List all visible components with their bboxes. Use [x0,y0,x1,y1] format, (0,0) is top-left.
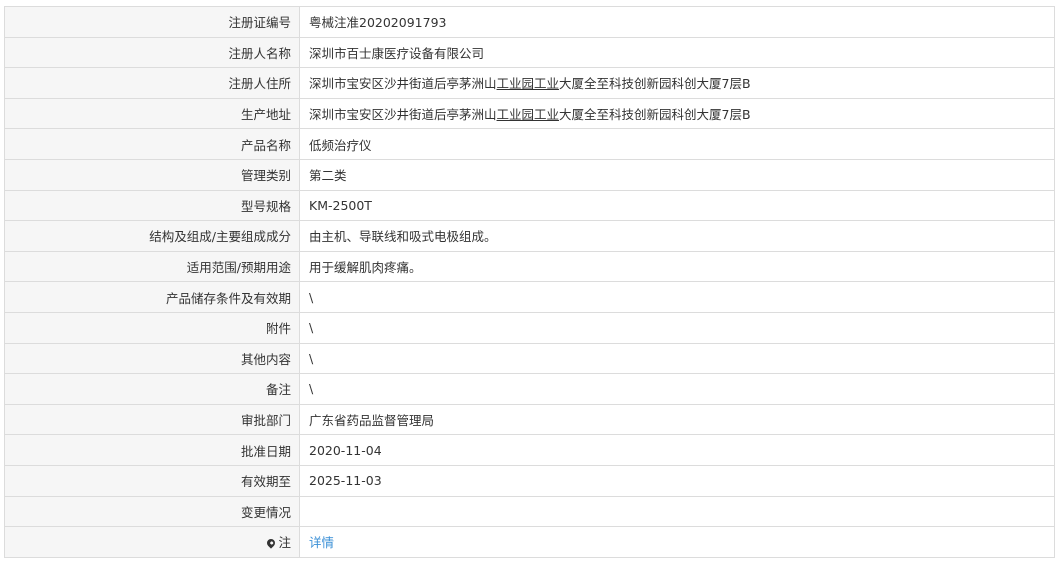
row-label: 适用范围/预期用途 [4,250,300,283]
table-row-structure: 结构及组成/主要组成成分 由主机、导联线和吸式电极组成。 [4,220,1055,252]
registration-detail: 注册证编号 粤械注准20202091793 注册人名称 深圳市百士康医疗设备有限… [4,6,1055,558]
row-label: 产品储存条件及有效期 [4,281,300,313]
details-link[interactable]: 详情 [309,535,334,550]
row-value: KM-2500T [299,189,1055,222]
address-part-underlined: 工业园工业 [496,107,560,123]
row-value: 第二类 [299,158,1055,191]
row-label: 注册人住所 [4,67,300,99]
row-value: 2025-11-03 [299,464,1055,497]
note-label: 注 [278,535,291,551]
row-label: 注 [4,526,300,558]
table-row-registrant-address: 注册人住所 深圳市宝安区沙井街道后亭茅洲山工业园工业大厦全至科技创新园科创大厦7… [4,67,1055,99]
row-label: 型号规格 [4,189,300,222]
row-label: 有效期至 [4,464,300,497]
row-value: \ [299,373,1055,405]
row-label: 备注 [4,373,300,405]
row-value: 2020-11-04 [299,434,1055,466]
table-row-product-name: 产品名称 低频治疗仪 [4,128,1055,160]
row-label: 结构及组成/主要组成成分 [4,220,300,252]
table-row-intended-use: 适用范围/预期用途 用于缓解肌肉疼痛。 [4,250,1055,283]
registration-detail-table: 注册证编号 粤械注准20202091793 注册人名称 深圳市百士康医疗设备有限… [4,6,1055,558]
row-label: 审批部门 [4,403,300,436]
row-value: 广东省药品监督管理局 [299,403,1055,436]
row-value: 深圳市宝安区沙井街道后亭茅洲山工业园工业大厦全至科技创新园科创大厦7层B [299,97,1055,130]
table-row-approval-date: 批准日期 2020-11-04 [4,434,1055,466]
table-row-other: 其他内容 \ [4,342,1055,375]
row-value: 用于缓解肌肉疼痛。 [299,250,1055,283]
table-row-storage: 产品储存条件及有效期 \ [4,281,1055,313]
table-row-approval-dept: 审批部门 广东省药品监督管理局 [4,403,1055,436]
address-part: 大厦全至科技创新园科创大厦7层B [559,107,751,123]
map-pin-icon [265,537,278,550]
table-row-valid-until: 有效期至 2025-11-03 [4,464,1055,497]
address-part: 深圳市宝安区沙井街道后亭茅洲山 [309,107,497,123]
row-label: 其他内容 [4,342,300,375]
row-value: \ [299,342,1055,375]
row-label: 变更情况 [4,495,300,528]
row-value: 详情 [299,526,1055,558]
row-value: 深圳市宝安区沙井街道后亭茅洲山工业园工业大厦全至科技创新园科创大厦7层B [299,67,1055,99]
table-row-changes: 变更情况 [4,495,1055,528]
row-label: 产品名称 [4,128,300,160]
table-row-attachments: 附件 \ [4,311,1055,344]
row-value: 粤械注准20202091793 [299,6,1055,38]
row-label: 附件 [4,311,300,344]
table-row-registration-number: 注册证编号 粤械注准20202091793 [4,6,1055,38]
row-value: 深圳市百士康医疗设备有限公司 [299,36,1055,69]
table-row-production-address: 生产地址 深圳市宝安区沙井街道后亭茅洲山工业园工业大厦全至科技创新园科创大厦7层… [4,97,1055,130]
row-label: 生产地址 [4,97,300,130]
address-part: 深圳市宝安区沙井街道后亭茅洲山 [309,76,497,92]
row-value: \ [299,281,1055,313]
row-label: 管理类别 [4,158,300,191]
row-value [299,495,1055,528]
table-row-remarks: 备注 \ [4,373,1055,405]
table-row-model-spec: 型号规格 KM-2500T [4,189,1055,222]
row-label: 批准日期 [4,434,300,466]
row-value: 低频治疗仪 [299,128,1055,160]
row-value: 由主机、导联线和吸式电极组成。 [299,220,1055,252]
row-label: 注册人名称 [4,36,300,69]
table-row-management-category: 管理类别 第二类 [4,158,1055,191]
row-label: 注册证编号 [4,6,300,38]
table-row-registrant-name: 注册人名称 深圳市百士康医疗设备有限公司 [4,36,1055,69]
table-row-note: 注 详情 [4,526,1055,558]
address-part-underlined: 工业园工业 [496,76,560,92]
row-value: \ [299,311,1055,344]
address-part: 大厦全至科技创新园科创大厦7层B [559,76,751,92]
